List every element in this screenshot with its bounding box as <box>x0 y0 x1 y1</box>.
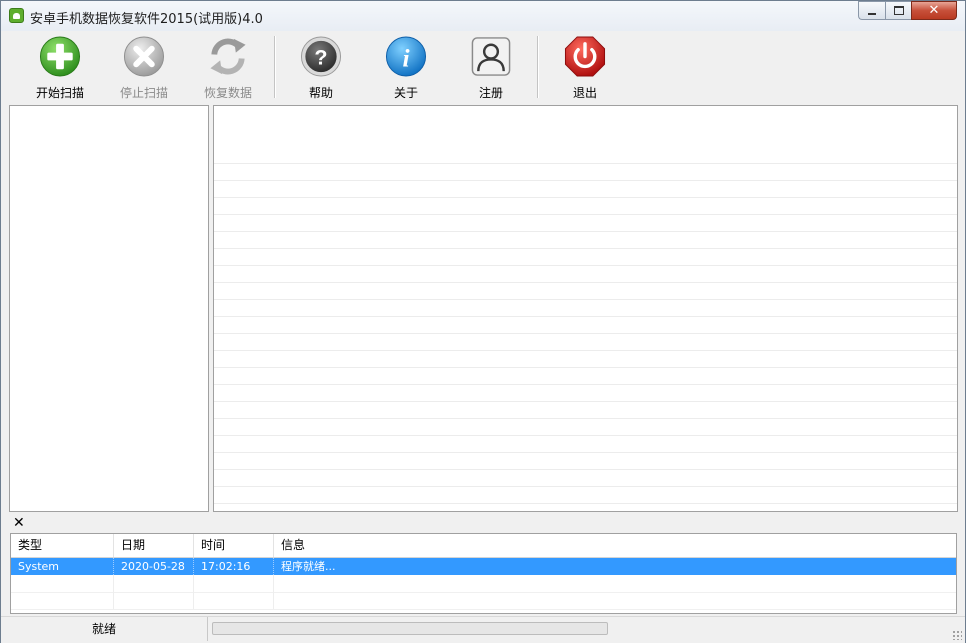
log-table-header: 类型 日期 时间 信息 <box>11 534 956 558</box>
table-row <box>11 575 956 593</box>
empty-cell <box>194 575 274 592</box>
refresh-icon <box>210 38 246 75</box>
column-header-type[interactable]: 类型 <box>11 534 114 557</box>
empty-cell <box>11 592 114 609</box>
exit-label: 退出 <box>572 86 597 100</box>
plus-circle-icon <box>39 36 81 77</box>
table-row <box>11 592 956 610</box>
resize-grip[interactable] <box>952 630 962 640</box>
user-icon <box>471 37 511 76</box>
recover-data-label: 恢复数据 <box>203 86 252 100</box>
x-circle-icon <box>123 36 165 77</box>
empty-cell <box>114 592 194 609</box>
log-table[interactable]: 类型 日期 时间 信息 System 2020-05-28 17:02:16 程… <box>10 533 957 614</box>
exit-button[interactable]: 退出 <box>544 35 626 101</box>
progress-bar <box>212 622 608 635</box>
empty-cell <box>194 592 274 609</box>
stop-scan-label: 停止扫描 <box>119 86 168 100</box>
power-icon <box>564 36 606 77</box>
help-button[interactable]: ? 帮助 <box>280 35 362 101</box>
caption-buttons: ✕ <box>858 1 957 21</box>
recover-data-button[interactable]: 恢复数据 <box>187 35 269 101</box>
row-date: 2020-05-28 <box>114 558 194 575</box>
register-label: 注册 <box>478 86 503 100</box>
file-list-pane[interactable] <box>213 105 958 512</box>
status-text: 就绪 <box>1 617 208 641</box>
toolbar-separator <box>537 36 539 98</box>
column-header-time[interactable]: 时间 <box>194 534 274 557</box>
column-header-date[interactable]: 日期 <box>114 534 194 557</box>
start-scan-button[interactable]: 开始扫描 <box>19 35 101 101</box>
app-window: 安卓手机数据恢复软件2015(试用版)4.0 ✕ 开始扫描 停止扫描 恢复数据 … <box>0 0 966 643</box>
empty-cell <box>114 575 194 592</box>
toolbar: 开始扫描 停止扫描 恢复数据 ? 帮助 i 关于 注册 退出 <box>9 31 959 103</box>
svg-text:i: i <box>402 44 409 72</box>
minimize-icon <box>868 12 876 15</box>
empty-cell <box>11 575 114 592</box>
folder-tree-pane[interactable] <box>9 105 209 512</box>
android-app-icon <box>9 8 24 23</box>
close-icon: ✕ <box>928 3 940 18</box>
row-time: 17:02:16 <box>194 558 274 575</box>
maximize-icon <box>893 6 904 15</box>
maximize-button[interactable] <box>885 1 911 20</box>
column-header-info[interactable]: 信息 <box>274 534 956 557</box>
help-label: 帮助 <box>308 86 333 100</box>
register-button[interactable]: 注册 <box>450 35 532 101</box>
svg-text:?: ? <box>314 45 327 69</box>
minimize-button[interactable] <box>858 1 885 20</box>
window-title: 安卓手机数据恢复软件2015(试用版)4.0 <box>30 12 263 27</box>
toolbar-separator <box>274 36 276 98</box>
info-icon: i <box>385 36 427 77</box>
about-button[interactable]: i 关于 <box>365 35 447 101</box>
start-scan-label: 开始扫描 <box>35 86 84 100</box>
question-icon: ? <box>300 36 342 77</box>
row-type: System <box>11 558 114 575</box>
close-button[interactable]: ✕ <box>911 1 957 20</box>
status-bar: 就绪 <box>1 616 965 643</box>
row-info: 程序就绪... <box>274 558 956 575</box>
table-row[interactable]: System 2020-05-28 17:02:16 程序就绪... <box>11 558 956 575</box>
stop-scan-button[interactable]: 停止扫描 <box>103 35 185 101</box>
about-label: 关于 <box>393 86 418 100</box>
title-bar[interactable]: 安卓手机数据恢复软件2015(试用版)4.0 ✕ <box>1 1 965 31</box>
file-list-rows <box>214 147 957 511</box>
log-close-icon[interactable]: ✕ <box>13 515 25 531</box>
